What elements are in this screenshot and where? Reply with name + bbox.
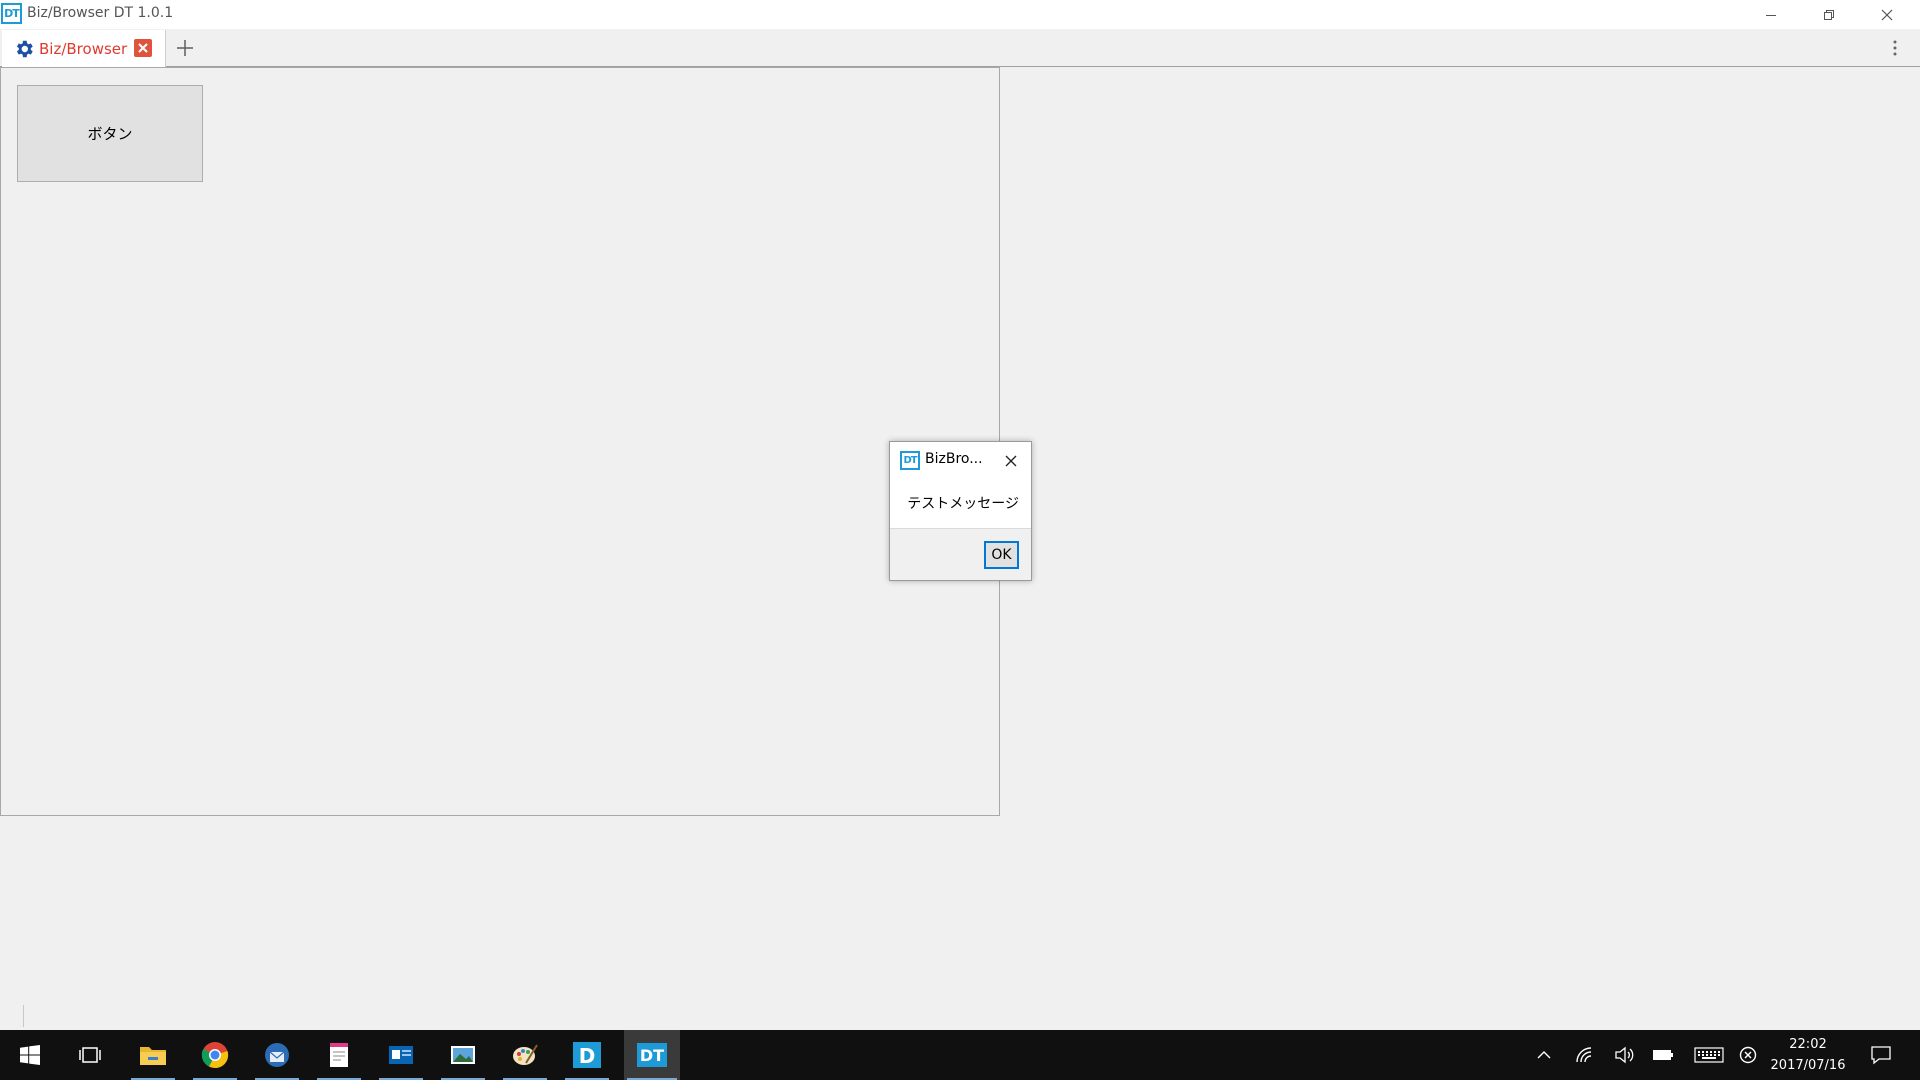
content-button[interactable]: ボタン [17,85,203,182]
task-view-button[interactable] [65,1030,115,1080]
taskbar-chrome[interactable] [190,1030,240,1080]
app-icon: DT [1,3,22,24]
title-bar: DT Biz/Browser DT 1.0.1 [0,0,1920,29]
taskbar-paint[interactable] [500,1030,550,1080]
window-title: Biz/Browser DT 1.0.1 [27,5,174,21]
more-menu-button[interactable] [1888,35,1902,61]
clock-time: 22:02 [1789,1037,1827,1052]
svg-text:D: D [579,1044,596,1068]
tab-biz-browser[interactable]: Biz/Browser [2,30,166,68]
svg-text:DT: DT [640,1046,664,1065]
new-tab-button[interactable] [172,35,198,61]
kebab-menu-icon [1893,40,1897,56]
start-icon [20,1045,40,1065]
dialog-title: BizBro... [925,451,983,467]
tab-strip: Biz/Browser [0,29,1920,68]
tray-error[interactable] [1738,1030,1758,1080]
action-center-button[interactable] [1866,1030,1896,1080]
taskbar: D DT 22:02 2017/07/16 [0,1030,1920,1080]
wifi-icon [1576,1047,1592,1063]
restore-button[interactable] [1800,0,1858,29]
battery-icon [1653,1050,1673,1060]
tray-battery[interactable] [1650,1030,1676,1080]
minimize-button[interactable] [1742,0,1800,29]
taskbar-thunderbird[interactable] [252,1030,302,1080]
taskbar-bizdesigner[interactable]: D [562,1030,612,1080]
paint-icon [513,1044,538,1065]
tab-label: Biz/Browser [39,40,128,58]
taskbar-biz-browser-dt[interactable]: DT [624,1030,680,1080]
taskbar-outlook[interactable] [376,1030,426,1080]
tray-network[interactable] [1572,1030,1598,1080]
close-window-button[interactable] [1858,0,1916,29]
tray-keyboard[interactable] [1692,1030,1726,1080]
dialog-footer: OK [890,528,1031,580]
taskbar-notepad[interactable] [314,1030,364,1080]
plus-icon [177,40,193,56]
taskbar-clock[interactable]: 22:02 2017/07/16 [1758,1034,1858,1076]
keyboard-icon [1694,1047,1724,1063]
minimize-icon [1766,14,1776,16]
ok-button[interactable]: OK [984,541,1019,569]
thunderbird-icon [265,1043,289,1067]
gear-icon [16,40,33,58]
notification-icon [1871,1046,1891,1065]
photos-icon [451,1046,475,1064]
start-button[interactable] [5,1030,55,1080]
file-explorer-icon [140,1047,166,1065]
chevron-up-icon [1537,1051,1551,1059]
taskbar-photos[interactable] [438,1030,488,1080]
error-icon [1739,1046,1757,1064]
dialog-app-icon: DT [900,451,920,470]
bizdesigner-icon: D [573,1042,601,1068]
tab-close-button[interactable] [134,39,152,57]
biz-browser-dt-icon: DT [637,1043,667,1067]
close-icon [138,43,148,53]
chrome-icon [201,1042,229,1069]
tray-volume[interactable] [1611,1030,1637,1080]
clock-date: 2017/07/16 [1770,1058,1846,1073]
volume-icon [1615,1046,1634,1064]
outlook-icon [389,1046,413,1064]
status-divider [23,1005,24,1027]
notepad-icon [330,1043,348,1067]
close-icon [1881,9,1893,20]
dialog-close-button[interactable] [1002,452,1020,470]
task-view-icon [79,1047,101,1063]
restore-icon [1824,9,1834,20]
message-dialog: DT BizBro... テストメッセージ OK [889,441,1032,581]
dialog-message: テストメッセージ [907,496,1019,512]
tray-overflow-button[interactable] [1534,1030,1554,1080]
close-icon [1005,455,1017,467]
taskbar-file-explorer[interactable] [128,1030,178,1080]
